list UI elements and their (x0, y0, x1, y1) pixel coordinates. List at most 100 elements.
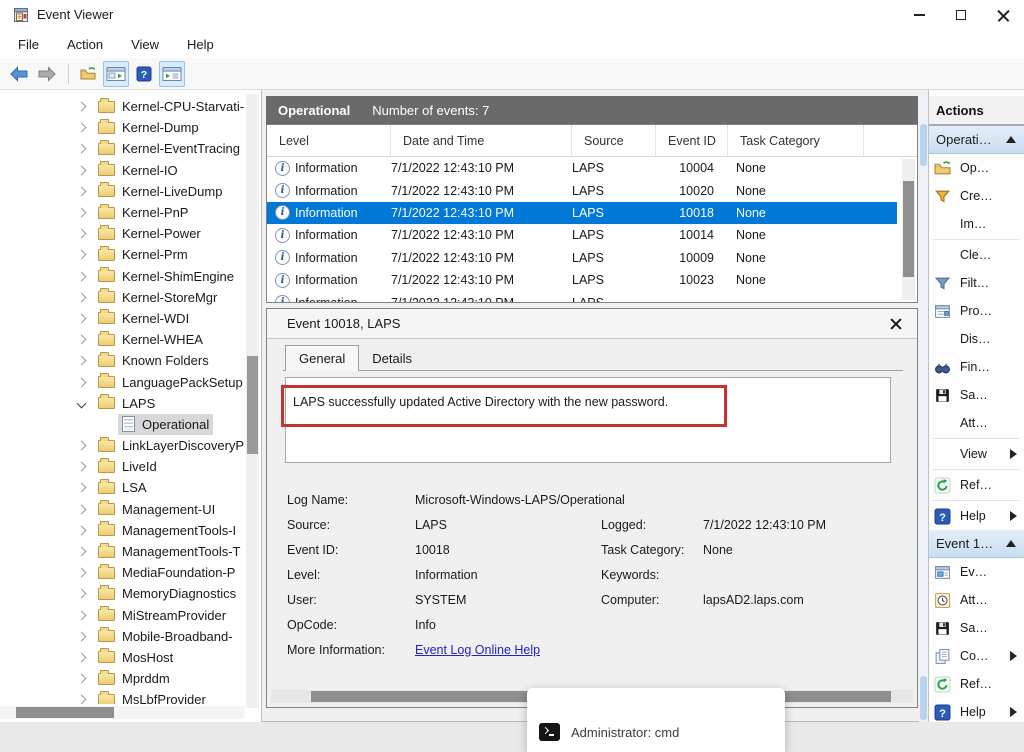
tree-item-mslbfprovider[interactable]: MsLbfProvider (0, 689, 246, 704)
collapse-triangle-icon[interactable] (1006, 540, 1016, 547)
action-item-att[interactable]: Att… (929, 409, 1024, 437)
tree-item-kernel-pnp[interactable]: Kernel-PnP (0, 202, 246, 223)
tree-item-known-folders[interactable]: Known Folders (0, 350, 246, 371)
tree-horizontal-scrollbar[interactable] (0, 706, 245, 719)
tree-item-memorydiagnostics[interactable]: MemoryDiagnostics (0, 583, 246, 604)
column-header-date-and-time[interactable]: Date and Time (391, 125, 572, 156)
tree-item-kernel-wdi[interactable]: Kernel-WDI (0, 308, 246, 329)
action-item-att[interactable]: Att… (929, 586, 1024, 614)
actions-section-header-event-1[interactable]: Event 1… (929, 530, 1024, 558)
tree-item-laps[interactable]: LAPS (0, 393, 246, 414)
chevron-right-icon[interactable] (77, 695, 87, 704)
chevron-right-icon[interactable] (77, 144, 87, 154)
events-vertical-scrollbar[interactable] (902, 159, 915, 300)
event-row[interactable]: iInformation7/1/2022 12:43:10 PMLAPS1000… (267, 247, 897, 269)
tree-item-kernel-cpu-starvati[interactable]: Kernel-CPU-Starvati- (0, 96, 246, 117)
tree-item-management-ui[interactable]: Management-UI (0, 499, 246, 520)
action-item-co[interactable]: Co… (929, 642, 1024, 670)
chevron-right-icon[interactable] (77, 568, 87, 578)
pane-divider-scrollbar[interactable] (919, 96, 928, 722)
chevron-right-icon[interactable] (77, 102, 87, 112)
chevron-right-icon[interactable] (77, 356, 87, 366)
tree-item-liveid[interactable]: LiveId (0, 456, 246, 477)
action-item-dis[interactable]: Dis… (929, 325, 1024, 353)
tree-item-kernel-prm[interactable]: Kernel-Prm (0, 244, 246, 265)
close-button[interactable] (982, 0, 1024, 30)
tree-item-kernel-dump[interactable]: Kernel-Dump (0, 117, 246, 138)
divider-scrollbar-thumb-bottom[interactable] (920, 676, 927, 720)
open-saved-log-button[interactable] (75, 61, 101, 87)
chevron-right-icon[interactable] (77, 314, 87, 324)
minimize-button[interactable] (898, 0, 940, 30)
chevron-right-icon[interactable] (77, 631, 87, 641)
chevron-right-icon[interactable] (77, 610, 87, 620)
events-vertical-scrollbar-thumb[interactable] (903, 181, 914, 277)
tree-item-languagepacksetup[interactable]: LanguagePackSetup (0, 371, 246, 392)
tree-item-kernel-shimengine[interactable]: Kernel-ShimEngine (0, 266, 246, 287)
tree-vertical-scrollbar[interactable] (246, 94, 259, 708)
chevron-right-icon[interactable] (77, 208, 87, 218)
forward-button[interactable] (34, 61, 60, 87)
tree-item-mobile-broadband[interactable]: Mobile-Broadband- (0, 626, 246, 647)
divider-scrollbar-thumb-top[interactable] (920, 124, 927, 166)
tree-item-kernel-whea[interactable]: Kernel-WHEA (0, 329, 246, 350)
action-item-sa[interactable]: Sa… (929, 381, 1024, 409)
taskbar-preview-popup[interactable]: Administrator: cmd (527, 688, 785, 752)
action-item-sa[interactable]: Sa… (929, 614, 1024, 642)
tree-item-kernel-livedump[interactable]: Kernel-LiveDump (0, 181, 246, 202)
action-item-fin[interactable]: Fin… (929, 353, 1024, 381)
tree-vertical-scrollbar-thumb[interactable] (247, 356, 258, 454)
tree-item-managementtools-i[interactable]: ManagementTools-I (0, 520, 246, 541)
column-header-source[interactable]: Source (572, 125, 656, 156)
menu-item-action[interactable]: Action (53, 37, 117, 52)
chevron-right-icon[interactable] (77, 525, 87, 535)
link-text[interactable]: Event Log Online Help (415, 643, 540, 657)
console-tree-button[interactable] (103, 61, 129, 87)
action-item-im[interactable]: Im… (929, 210, 1024, 238)
action-item-ref[interactable]: Ref… (929, 670, 1024, 698)
chevron-right-icon[interactable] (77, 186, 87, 196)
tab-details[interactable]: Details (359, 346, 425, 371)
chevron-right-icon[interactable] (77, 504, 87, 514)
chevron-right-icon[interactable] (77, 165, 87, 175)
action-item-filt[interactable]: Filt… (929, 269, 1024, 297)
chevron-right-icon[interactable] (77, 250, 87, 260)
menu-item-file[interactable]: File (4, 37, 53, 52)
chevron-right-icon[interactable] (77, 483, 87, 493)
tree-item-mediafoundation-p[interactable]: MediaFoundation-P (0, 562, 246, 583)
action-item-op[interactable]: Op… (929, 154, 1024, 182)
action-item-view[interactable]: View (929, 440, 1024, 468)
event-log-online-help-link[interactable]: Event Log Online Help (415, 643, 540, 657)
back-button[interactable] (6, 61, 32, 87)
chevron-right-icon[interactable] (77, 589, 87, 599)
column-header-task-category[interactable]: Task Category (728, 125, 864, 156)
chevron-right-icon[interactable] (77, 653, 87, 663)
action-item-help[interactable]: ?Help (929, 698, 1024, 722)
tree-item-kernel-power[interactable]: Kernel-Power (0, 223, 246, 244)
chevron-down-icon[interactable] (77, 398, 87, 408)
event-row[interactable]: iInformation7/1/2022 12:43:10 PMLAPS1001… (267, 224, 897, 246)
chevron-right-icon[interactable] (77, 547, 87, 557)
chevron-right-icon[interactable] (77, 123, 87, 133)
show-action-pane-button[interactable] (159, 61, 185, 87)
action-item-cre[interactable]: Cre… (929, 182, 1024, 210)
tree-item-linklayerdiscoveryp[interactable]: LinkLayerDiscoveryP (0, 435, 246, 456)
tree-item-kernel-storemgr[interactable]: Kernel-StoreMgr (0, 287, 246, 308)
tree-item-kernel-io[interactable]: Kernel-IO (0, 160, 246, 181)
chevron-right-icon[interactable] (77, 271, 87, 281)
tree-item-operational[interactable]: Operational (0, 414, 246, 435)
event-row[interactable]: iInformation7/1/2022 12:43:10 PMLAPS (267, 291, 897, 303)
event-row[interactable]: iInformation7/1/2022 12:43:10 PMLAPS1001… (267, 202, 897, 224)
column-header-level[interactable]: Level (267, 125, 391, 156)
action-item-ref[interactable]: Ref… (929, 471, 1024, 499)
chevron-right-icon[interactable] (77, 292, 87, 302)
menu-item-help[interactable]: Help (173, 37, 228, 52)
tree-horizontal-scrollbar-thumb[interactable] (16, 707, 114, 718)
chevron-right-icon[interactable] (77, 229, 87, 239)
actions-section-header-operati[interactable]: Operati… (929, 126, 1024, 154)
tree-item-managementtools-t[interactable]: ManagementTools-T (0, 541, 246, 562)
column-header-event-id[interactable]: Event ID (656, 125, 728, 156)
chevron-right-icon[interactable] (77, 462, 87, 472)
event-row[interactable]: iInformation7/1/2022 12:43:10 PMLAPS1000… (267, 157, 897, 179)
collapse-triangle-icon[interactable] (1006, 136, 1016, 143)
